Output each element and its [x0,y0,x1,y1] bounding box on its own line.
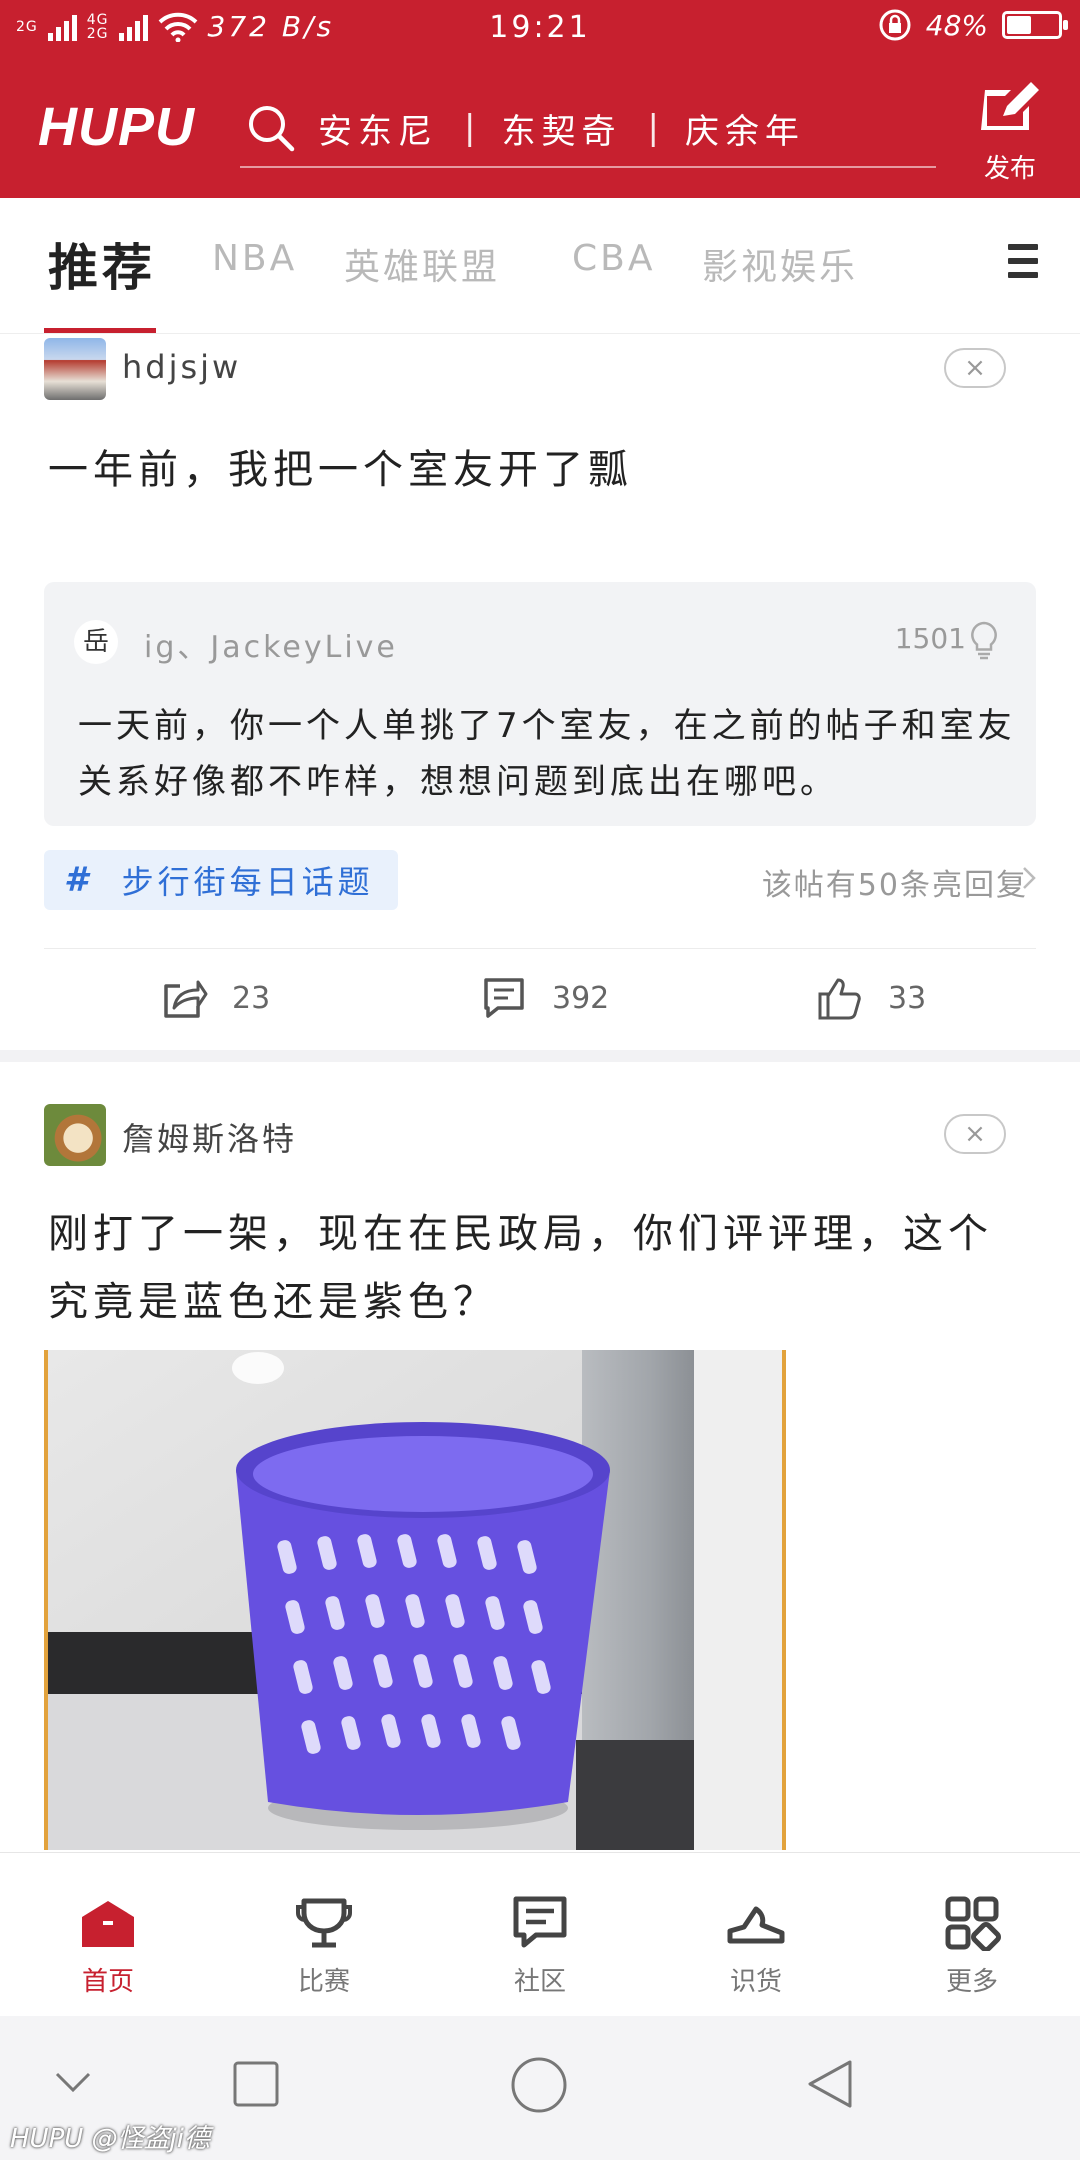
lightbulb-icon[interactable] [968,620,1000,660]
topic-hash-icon: # [64,860,92,900]
topic-tag[interactable]: # 步行街每日话题 [44,850,398,910]
search-separator: | [464,108,476,148]
nav-more-label: 更多 [945,1967,998,1997]
divider [44,948,1036,949]
light-replies-link[interactable]: 该帖有50条亮回复 [762,860,1028,904]
search-icon [249,106,295,152]
dismiss-post-button[interactable]: × [944,348,1006,388]
share-count: 23 [232,980,271,1016]
status-bar: 2G 4G 2G 372 B/s 19:21 48% [0,0,1080,52]
collapse-chevron-icon[interactable] [54,2070,92,2094]
reply-light-count: 1501 [894,622,966,655]
active-tab-indicator [44,328,156,333]
more-grid-icon [945,1896,1001,1951]
dismiss-post-button[interactable]: × [944,1114,1006,1154]
battery-icon [1002,11,1068,39]
community-icon [513,1896,567,1948]
status-right: 48% [878,8,1068,42]
thumbs-up-icon [818,978,861,1020]
search-separator: | [647,108,659,148]
rotation-lock-icon [879,9,911,41]
nav-games[interactable]: 比赛 [254,1895,394,1998]
home-icon [82,1901,134,1947]
nav-games-label: 比赛 [297,1967,350,1997]
share-icon [164,980,208,1018]
comment-icon [484,978,524,1018]
nav-shihuo[interactable]: 识货 [686,1895,826,1998]
tab-lol[interactable]: 英雄联盟 [344,238,500,290]
search-hot-1[interactable]: 安东尼 [318,104,438,153]
post-username[interactable]: 詹姆斯洛特 [122,1114,297,1160]
nav-shihuo-label: 识货 [729,1967,782,1997]
feed-post[interactable]: 詹姆斯洛特 × 刚打了一架，现在在民政局，你们评评理，这个究竟是蓝色还是紫色？ [0,1062,1080,1852]
app-header: 2G 4G 2G 372 B/s 19:21 48% HUPU 安东尼 | 东契… [0,0,1080,198]
reply-username[interactable]: ig、JackeyLive [144,622,398,666]
publish-button[interactable]: 发布 [970,82,1050,185]
like-count: 33 [888,980,927,1016]
search-bar[interactable]: 安东尼 | 东契奇 | 庆余年 [240,90,936,168]
search-hot-2[interactable]: 东契奇 [501,104,621,153]
tabs-menu-icon[interactable] [1008,244,1038,280]
post-username[interactable]: hdjsjw [122,348,241,386]
search-hot-3[interactable]: 庆余年 [685,104,805,153]
chevron-right-icon [1023,867,1036,889]
nav-home[interactable]: 首页 [38,1895,178,1998]
user-avatar[interactable] [44,338,106,400]
feed-post[interactable]: hdjsjw × 一年前，我把一个室友开了瓢 岳 ig、JackeyLive 1… [0,334,1080,1050]
back-triangle-icon[interactable] [804,2058,854,2110]
comment-count: 392 [552,980,610,1016]
topic-label: 步行街每日话题 [121,863,374,901]
channel-tabs: 推荐 NBA 英雄联盟 CBA 影视娱乐 [0,198,1080,334]
post-image[interactable] [44,1350,786,1850]
recent-apps-icon[interactable] [232,2060,280,2108]
tab-cba[interactable]: CBA [572,238,655,279]
post-title[interactable]: 一年前，我把一个室友开了瓢 [48,436,1028,504]
comment-button[interactable]: 392 [480,974,609,1022]
publish-label: 发布 [983,154,1036,184]
compose-icon [981,82,1039,130]
user-avatar[interactable] [44,1104,106,1166]
nav-home-label: 首页 [81,1967,134,1997]
nav-community[interactable]: 社区 [470,1895,610,1998]
bottom-navigation: 首页 比赛 社区 识货 更多 [0,1852,1080,2016]
nav-community-label: 社区 [513,1967,566,1997]
home-circle-icon[interactable] [510,2056,568,2114]
hupu-logo[interactable]: HUPU [38,96,195,158]
basket-photo [48,1350,782,1850]
like-button[interactable]: 33 [816,974,926,1022]
reply-avatar[interactable]: 岳 [74,620,118,664]
nav-more[interactable]: 更多 [902,1895,1042,1998]
post-title[interactable]: 刚打了一架，现在在民政局，你们评评理，这个究竟是蓝色还是紫色？ [48,1200,1028,1336]
watermark: HUPU @怪盗ji德 [10,2124,211,2154]
reply-text: 一天前，你一个人单挑了7个室友，在之前的帖子和室友关系好像都不咋样，想想问题到底… [78,706,1016,802]
battery-fill [1007,16,1031,34]
share-button[interactable]: 23 [160,974,270,1022]
trophy-icon [296,1898,352,1948]
tab-nba[interactable]: NBA [212,238,297,279]
tab-recommend[interactable]: 推荐 [48,228,156,300]
sneaker-icon [727,1906,785,1944]
highlight-reply[interactable]: 岳 ig、JackeyLive 1501 一天前，你一个人单挑了7个室友，在之前… [44,582,1036,826]
tab-entertainment[interactable]: 影视娱乐 [702,238,858,290]
battery-percent: 48% [925,8,988,42]
